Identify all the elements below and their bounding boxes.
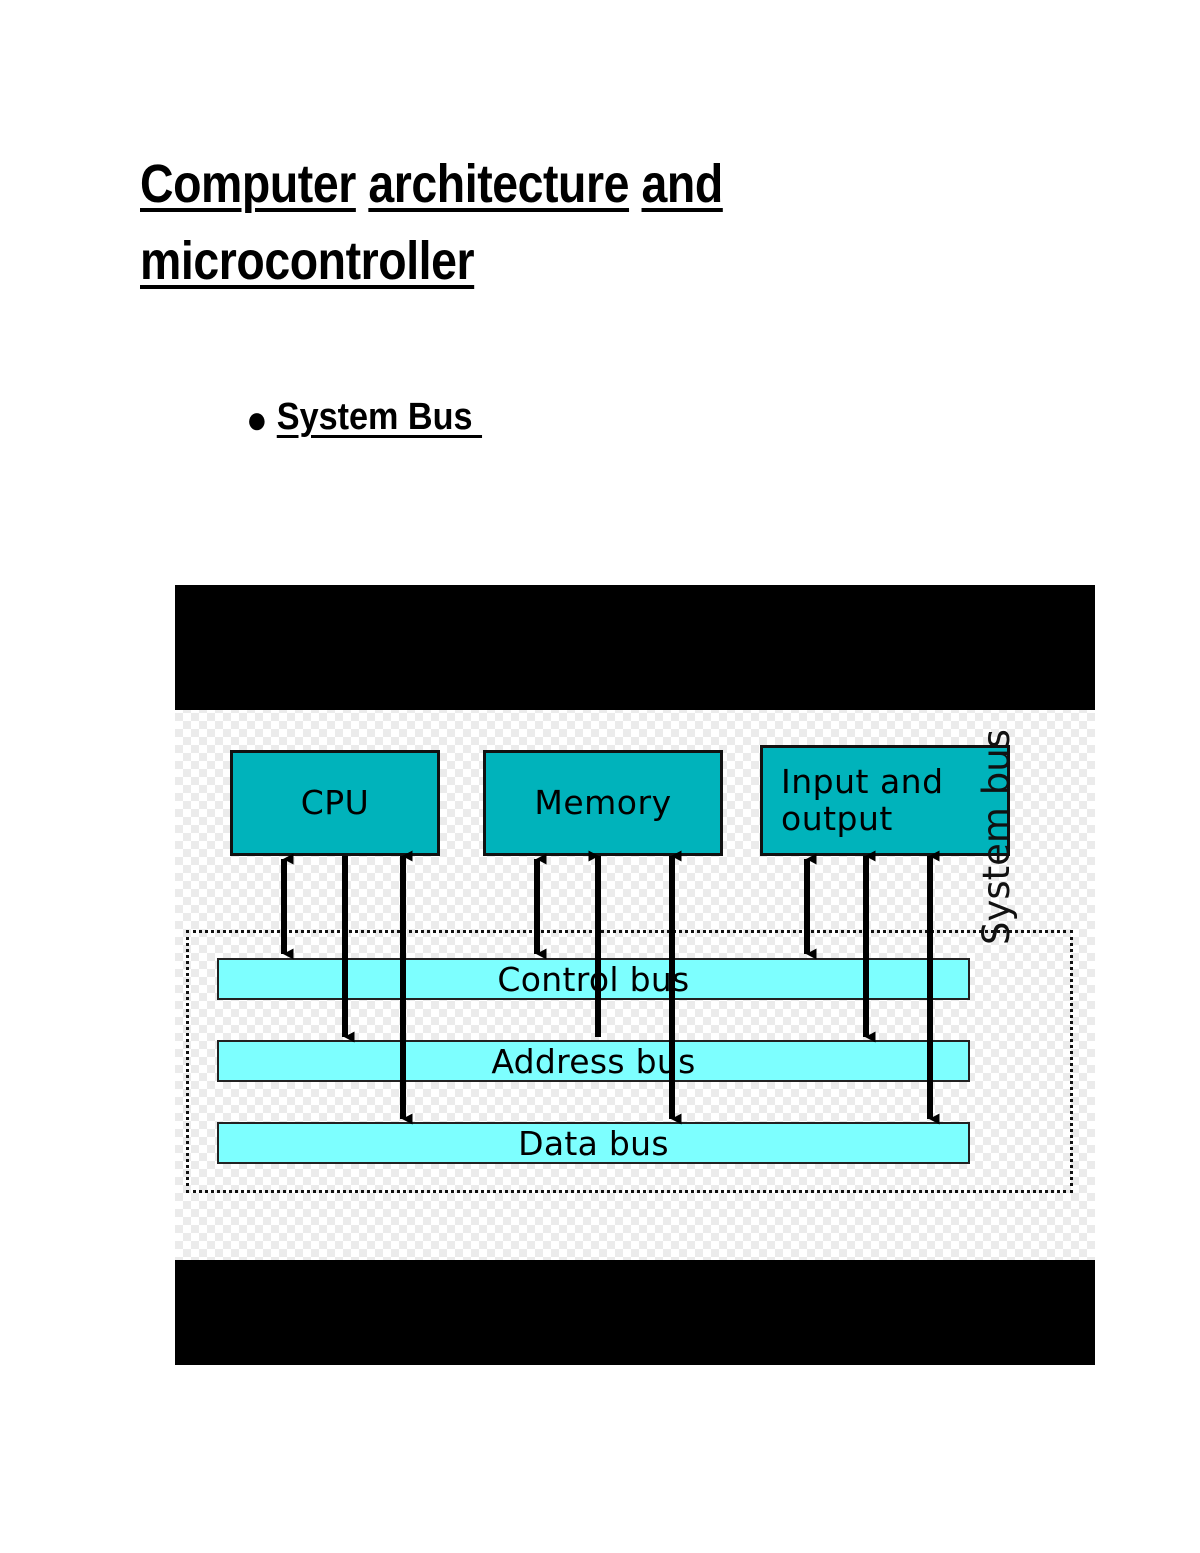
system-bus-diagram: CPU Memory Input and output System bus ❯… (175, 585, 1095, 1365)
connection-arrows (281, 850, 940, 1125)
page-title-word-microcontroller: microcontroller (140, 230, 475, 291)
page-title-word-computer: Computer (140, 154, 356, 214)
bullet-list-item: ● System Bus (246, 396, 483, 442)
page-title-word-architecture: architecture (368, 154, 630, 214)
bullet-item-label: System Bus (276, 396, 483, 438)
page-title: Computer architecture and microcontrolle… (140, 146, 897, 299)
page-title-word-and: and (641, 154, 724, 214)
bullet-dot-icon: ● (246, 398, 268, 442)
